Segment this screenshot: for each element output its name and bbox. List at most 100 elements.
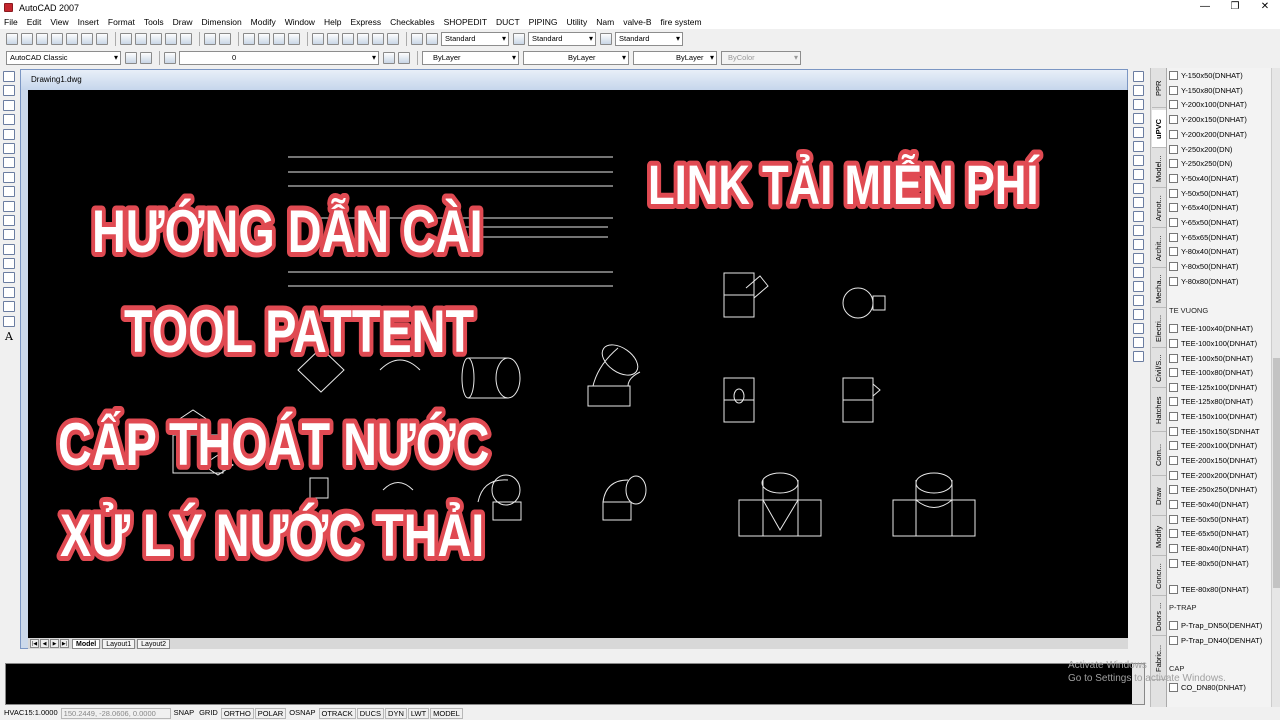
table-style-select[interactable]: Standard xyxy=(615,32,683,46)
mirror-icon[interactable] xyxy=(1133,99,1144,110)
menu-item-express[interactable]: Express xyxy=(350,17,381,27)
undo-icon[interactable] xyxy=(204,33,216,45)
menu-item-draw[interactable]: Draw xyxy=(173,17,193,27)
annotation-scale[interactable]: HVAC15:1.0000 xyxy=(2,708,60,719)
coordinate-display[interactable]: 150.2449, -28.0606, 0.0000 xyxy=(60,708,171,719)
move-icon[interactable] xyxy=(1133,141,1144,152)
menu-item-fire-system[interactable]: fire system xyxy=(661,17,702,27)
menu-item-valve-b[interactable]: valve-B xyxy=(623,17,651,27)
palette-tool-item[interactable]: TEE-125x80(DNHAT) xyxy=(1169,394,1271,409)
palette-tool-item[interactable]: Y-80x80(DNHAT) xyxy=(1169,274,1271,289)
menu-item-shopedit[interactable]: SHOPEDIT xyxy=(444,17,487,27)
status-toggle-lwt[interactable]: LWT xyxy=(407,708,430,719)
status-toggle-model[interactable]: MODEL xyxy=(430,708,463,719)
palette-tab-electri[interactable]: Electri... xyxy=(1152,310,1166,348)
text-style-select[interactable]: Standard xyxy=(441,32,509,46)
palette-tool-item[interactable]: TEE-80x40(DNHAT) xyxy=(1169,541,1271,556)
palette-tab-mecha[interactable]: Mecha... xyxy=(1152,270,1166,308)
palette-tool-item[interactable]: TEE-150x150(SDNHAT xyxy=(1169,424,1271,439)
open-file-icon[interactable] xyxy=(21,33,33,45)
menu-item-window[interactable]: Window xyxy=(285,17,315,27)
palette-tab-model[interactable]: Model... xyxy=(1152,150,1166,188)
status-toggle-ortho[interactable]: ORTHO xyxy=(220,708,254,719)
palette-tool-item[interactable]: TEE-50x40(DNHAT) xyxy=(1169,497,1271,512)
chamfer-icon[interactable] xyxy=(1133,267,1144,278)
quickcalc-icon[interactable] xyxy=(387,33,399,45)
palette-tab-civil-s[interactable]: Civil/S... xyxy=(1152,350,1166,388)
bring-front-icon[interactable] xyxy=(1133,323,1144,334)
first-tab-arrow-icon[interactable]: |◀ xyxy=(30,639,39,648)
fillet-icon[interactable] xyxy=(1133,281,1144,292)
palette-tool-item[interactable]: TEE-50x50(DNHAT) xyxy=(1169,512,1271,527)
publish-icon[interactable] xyxy=(81,33,93,45)
status-toggle-otrack[interactable]: OTRACK xyxy=(318,708,356,719)
dim-style-select[interactable]: Standard xyxy=(528,32,596,46)
minimize-button[interactable]: — xyxy=(1190,0,1220,15)
explode-icon[interactable] xyxy=(1133,295,1144,306)
pan-icon[interactable] xyxy=(243,33,255,45)
make-block-icon[interactable] xyxy=(3,243,15,255)
palette-tool-item[interactable]: TEE-250x250(DNHAT) xyxy=(1169,482,1271,497)
new-file-icon[interactable] xyxy=(6,33,18,45)
plot-preview-icon[interactable] xyxy=(66,33,78,45)
rotate-icon[interactable] xyxy=(1133,155,1144,166)
palette-tool-item[interactable]: Y-200x150(DNHAT) xyxy=(1169,112,1271,127)
circle-icon[interactable] xyxy=(3,157,15,169)
3d-dwf-icon[interactable] xyxy=(96,33,108,45)
palette-tab-upvc[interactable]: uPVC xyxy=(1152,110,1166,148)
palette-tool-item[interactable]: Y-80x40(DNHAT) xyxy=(1169,244,1271,259)
zoom-window-icon[interactable] xyxy=(273,33,285,45)
color-select[interactable]: ByLayer xyxy=(422,50,519,65)
menu-item-modify[interactable]: Modify xyxy=(251,17,276,27)
cut-icon[interactable] xyxy=(120,33,132,45)
palette-tool-item[interactable]: Y-65x50(DNHAT) xyxy=(1169,215,1271,230)
palette-tool-item[interactable]: Y-250x200(DN) xyxy=(1169,142,1271,157)
spline-icon[interactable] xyxy=(3,186,15,198)
erase-icon[interactable] xyxy=(1133,71,1144,82)
menu-item-nam[interactable]: Nam xyxy=(596,17,614,27)
last-tab-arrow-icon[interactable]: ▶| xyxy=(60,639,69,648)
status-toggle-ducs[interactable]: DUCS xyxy=(356,708,385,719)
palette-tool-item[interactable]: TEE-100x40(DNHAT) xyxy=(1169,321,1271,336)
ellipse-arc-icon[interactable] xyxy=(3,214,15,226)
workspace-select[interactable]: AutoCAD Classic xyxy=(6,50,121,65)
status-toggle-osnap[interactable]: OSNAP xyxy=(287,708,317,719)
hatch-icon[interactable] xyxy=(3,272,15,284)
palette-tool-item[interactable]: TEE-65x50(DNHAT) xyxy=(1169,526,1271,541)
palette-tab-hatches[interactable]: Hatches xyxy=(1152,390,1166,432)
table-style-icon[interactable] xyxy=(600,33,612,45)
palette-tab-com[interactable]: Com... xyxy=(1152,434,1166,476)
polygon-icon[interactable] xyxy=(3,114,15,126)
palette-tool-item[interactable]: TEE-80x50(DNHAT) xyxy=(1169,556,1271,571)
palette-tool-item[interactable]: TEE-200x100(DNHAT) xyxy=(1169,438,1271,453)
palette-tool-item[interactable]: TEE-100x80(DNHAT) xyxy=(1169,365,1271,380)
palette-tab-archit[interactable]: Archit... xyxy=(1152,230,1166,268)
restore-button[interactable]: ❐ xyxy=(1220,0,1250,15)
palette-tool-item[interactable]: Y-65x65(DNHAT) xyxy=(1169,230,1271,245)
construction-line-icon[interactable] xyxy=(3,85,15,97)
layer-previous-icon[interactable] xyxy=(398,51,410,64)
palette-tool-item[interactable]: TEE-80x80(DNHAT) xyxy=(1169,582,1271,597)
polyline-icon[interactable] xyxy=(3,99,15,111)
markup-icon[interactable] xyxy=(372,33,384,45)
help-icon[interactable] xyxy=(411,33,423,45)
menu-item-checkables[interactable]: Checkables xyxy=(390,17,434,27)
palette-tab-concr[interactable]: Concr... xyxy=(1152,558,1166,596)
array-icon[interactable] xyxy=(1133,127,1144,138)
send-back-icon[interactable] xyxy=(1133,337,1144,348)
palette-tab-doors[interactable]: Doors ... xyxy=(1152,598,1166,636)
break-icon[interactable] xyxy=(1133,239,1144,250)
design-center-icon[interactable] xyxy=(327,33,339,45)
tab-layout1[interactable]: Layout1 xyxy=(102,638,136,649)
palette-tab-ppr[interactable]: PPR xyxy=(1152,70,1166,108)
status-toggle-polar[interactable]: POLAR xyxy=(254,708,287,719)
zoom-previous-icon[interactable] xyxy=(288,33,300,45)
menu-item-file[interactable]: File xyxy=(4,17,18,27)
palette-scrollbar[interactable] xyxy=(1271,68,1280,720)
model-space-canvas[interactable]: HƯỚNG DẪN CÀI HƯỚNG DẪN CÀI TOOL PATTENT TO… xyxy=(28,90,1128,638)
plotstyle-select[interactable]: ByColor xyxy=(721,50,801,65)
break-at-point-icon[interactable] xyxy=(1133,225,1144,236)
redo-icon[interactable] xyxy=(219,33,231,45)
palette-tool-item[interactable]: P-Trap_DN40(DENHAT) xyxy=(1169,633,1271,648)
lineweight-select[interactable]: ByLayer xyxy=(633,50,717,65)
